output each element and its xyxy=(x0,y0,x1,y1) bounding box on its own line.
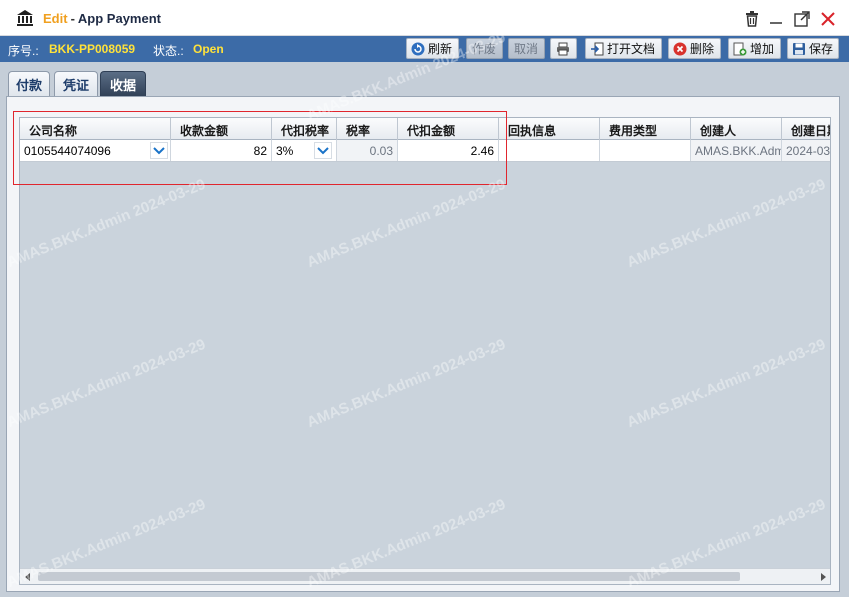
open-document-icon xyxy=(591,42,604,55)
open-document-button[interactable]: 打开文档 xyxy=(585,38,662,59)
bank-icon xyxy=(17,10,33,26)
chevron-down-icon xyxy=(317,146,329,154)
save-button[interactable]: 保存 xyxy=(787,38,839,59)
column-header-fee-type[interactable]: 费用类型 xyxy=(600,118,691,140)
tab-voucher[interactable]: 凭证 xyxy=(54,71,98,97)
tab-payment[interactable]: 付款 xyxy=(8,71,50,97)
scroll-left-icon[interactable] xyxy=(24,573,32,581)
column-header-withholding-rate[interactable]: 代扣税率 xyxy=(272,118,337,140)
receipt-info-cell[interactable] xyxy=(499,140,600,161)
add-document-icon xyxy=(733,42,747,55)
amount-cell[interactable]: 82 xyxy=(171,140,272,161)
chevron-down-icon xyxy=(153,146,165,154)
refresh-icon xyxy=(411,42,425,55)
creator-cell: AMAS.BKK.Admin xyxy=(691,140,782,161)
receipt-panel: 公司名称 收款金额 代扣税率 税率 代扣金额 回执信息 费用类型 创建人 创建日… xyxy=(6,96,840,592)
horizontal-scrollbar[interactable] xyxy=(20,568,830,584)
serial-label: 序号.: xyxy=(8,44,39,58)
add-label: 增加 xyxy=(750,42,775,56)
window-title: Edit - App Payment xyxy=(43,11,161,26)
refresh-button[interactable]: 刷新 xyxy=(406,38,459,59)
status-label: 状态.: xyxy=(153,44,184,58)
column-header-created-date[interactable]: 创建日期 xyxy=(782,118,830,140)
column-header-tax-rate[interactable]: 税率 xyxy=(337,118,398,140)
company-dropdown-button[interactable] xyxy=(150,142,168,159)
company-value: 0105544074096 xyxy=(24,144,111,158)
print-button[interactable] xyxy=(550,38,577,59)
tab-receipt[interactable]: 收据 xyxy=(100,71,146,97)
minimize-icon[interactable] xyxy=(767,10,785,28)
scrollbar-thumb[interactable] xyxy=(38,572,740,581)
cancel-button[interactable]: 取消 xyxy=(508,38,545,59)
column-header-company[interactable]: 公司名称 xyxy=(20,118,171,140)
column-header-withholding-amount[interactable]: 代扣金额 xyxy=(398,118,499,140)
edit-label: Edit xyxy=(43,11,68,26)
delete-label: 删除 xyxy=(690,42,715,56)
column-header-receipt-info[interactable]: 回执信息 xyxy=(499,118,600,140)
save-icon xyxy=(793,42,805,55)
trash-icon[interactable] xyxy=(743,10,761,28)
status-value: Open xyxy=(193,42,224,56)
fee-type-cell[interactable] xyxy=(600,140,691,161)
content-area: 付款 凭证 收据 公司名称 收款金额 代扣税率 税率 代扣金额 回执信息 费用类… xyxy=(0,62,849,597)
printer-icon xyxy=(557,42,569,55)
app-name: App Payment xyxy=(77,11,161,26)
company-cell[interactable]: 0105544074096 xyxy=(20,140,171,161)
withholding-rate-value: 3% xyxy=(276,144,294,158)
close-icon[interactable] xyxy=(819,10,837,28)
tax-rate-cell: 0.03 xyxy=(337,140,398,161)
void-label: 作废 xyxy=(471,42,496,56)
open-document-label: 打开文档 xyxy=(607,42,656,56)
save-label: 保存 xyxy=(809,42,834,56)
withholding-amount-cell[interactable]: 2.46 xyxy=(398,140,499,161)
column-header-amount[interactable]: 收款金额 xyxy=(171,118,272,140)
window-titlebar: Edit - App Payment xyxy=(0,0,849,36)
withholding-rate-cell[interactable]: 3% xyxy=(272,140,337,161)
maximize-icon[interactable] xyxy=(793,10,811,28)
void-button[interactable]: 作废 xyxy=(466,38,503,59)
withholding-rate-dropdown-button[interactable] xyxy=(314,142,332,159)
created-date-cell: 2024-03-29 xyxy=(782,140,830,161)
table-row[interactable]: 0105544074096 82 3% 0.03 2.46 AMAS.BKK.A… xyxy=(20,140,830,162)
delete-button[interactable]: 删除 xyxy=(668,38,721,59)
title-separator: - xyxy=(70,11,75,26)
cancel-label: 取消 xyxy=(513,42,538,56)
delete-icon xyxy=(673,42,687,55)
receipt-grid: 公司名称 收款金额 代扣税率 税率 代扣金额 回执信息 费用类型 创建人 创建日… xyxy=(19,117,831,585)
column-header-creator[interactable]: 创建人 xyxy=(691,118,782,140)
add-button[interactable]: 增加 xyxy=(728,38,781,59)
serial-value: BKK-PP008059 xyxy=(49,42,136,56)
refresh-label: 刷新 xyxy=(428,42,453,56)
grid-header: 公司名称 收款金额 代扣税率 税率 代扣金额 回执信息 费用类型 创建人 创建日… xyxy=(20,118,830,140)
scroll-right-icon[interactable] xyxy=(819,573,827,581)
info-toolbar: 序号.: BKK-PP008059 状态.: Open 刷新 作废 取消 打开文… xyxy=(0,36,849,62)
